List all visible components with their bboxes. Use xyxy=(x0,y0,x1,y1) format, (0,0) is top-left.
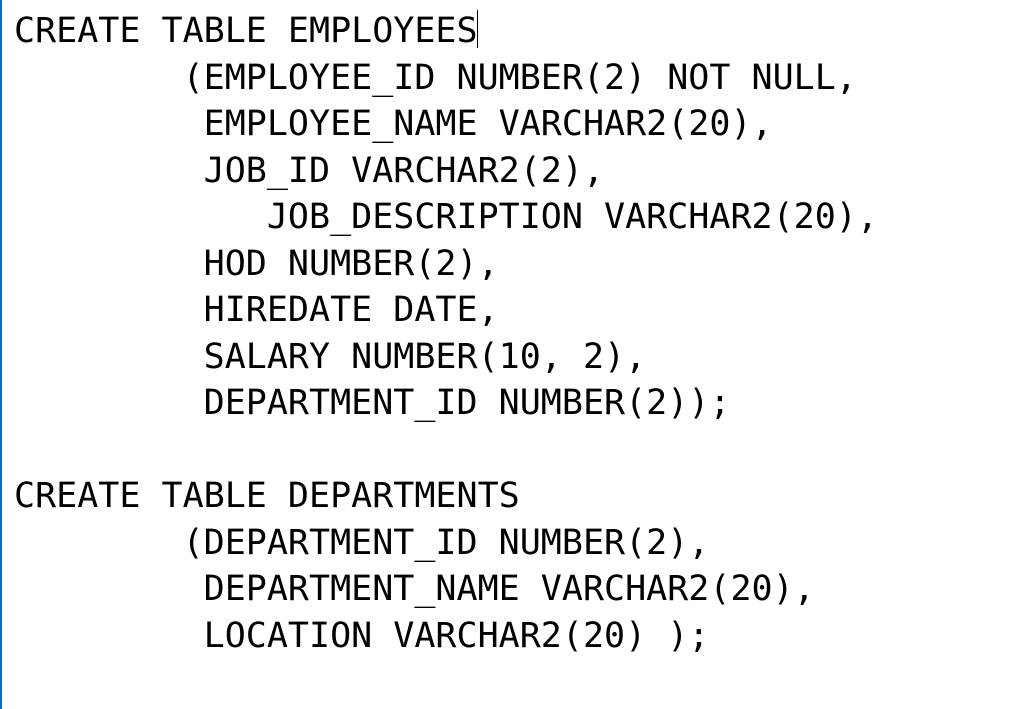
code-line: HOD NUMBER(2), xyxy=(14,244,499,284)
code-line: SALARY NUMBER(10, 2), xyxy=(14,337,646,377)
code-line: (EMPLOYEE_ID NUMBER(2) NOT NULL, xyxy=(14,58,857,98)
sql-code-block[interactable]: CREATE TABLE EMPLOYEES (EMPLOYEE_ID NUMB… xyxy=(2,0,1024,659)
code-line: HIREDATE DATE, xyxy=(14,290,499,330)
code-line: CREATE TABLE DEPARTMENTS xyxy=(14,476,520,516)
code-line: DEPARTMENT_NAME VARCHAR2(20), xyxy=(14,569,815,609)
code-line: LOCATION VARCHAR2(20) ); xyxy=(14,616,709,656)
code-line: JOB_ID VARCHAR2(2), xyxy=(14,151,604,191)
code-line: CREATE TABLE EMPLOYEES xyxy=(14,11,478,51)
code-line: EMPLOYEE_NAME VARCHAR2(20), xyxy=(14,104,773,144)
text-cursor xyxy=(477,10,479,48)
code-line: DEPARTMENT_ID NUMBER(2)); xyxy=(14,383,730,423)
code-line: (DEPARTMENT_ID NUMBER(2), xyxy=(14,523,709,563)
code-line: JOB_DESCRIPTION VARCHAR2(20), xyxy=(14,197,878,237)
